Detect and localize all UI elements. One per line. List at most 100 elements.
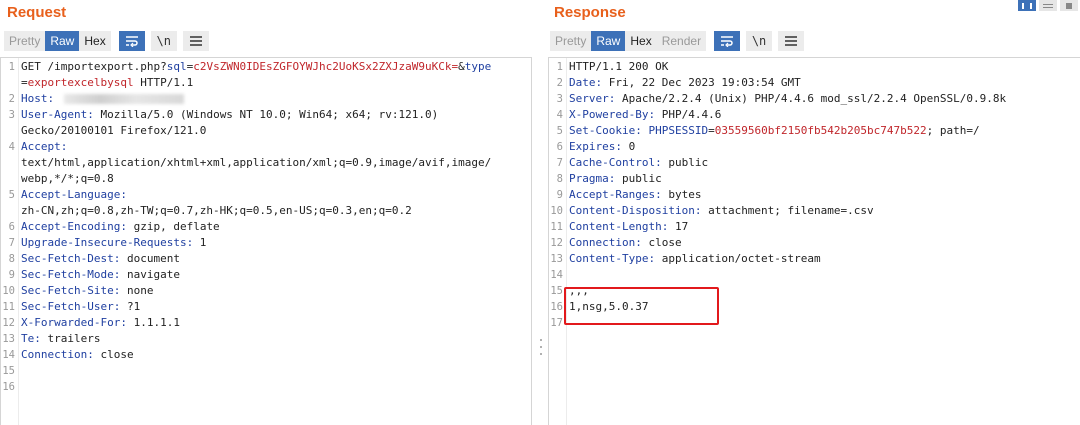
newline-icon[interactable]: \n (150, 31, 177, 51)
line-segment: HTTP/1.1 (133, 76, 194, 89)
code-line: 4 Accept: (1, 139, 531, 155)
line-segment: public (661, 156, 709, 169)
result-highlight-box (564, 287, 719, 325)
line-number: 14 (550, 269, 563, 281)
code-line: webp,*/*;q=0.8 (1, 171, 531, 187)
code-line: 13 Te: trailers (1, 331, 531, 347)
request-code[interactable]: 1 GET /importexport.php?sql=c2VsZWN0IDEsZ… (1, 58, 531, 395)
request-title: Request (7, 4, 67, 21)
line-text: Accept-Ranges: bytes (569, 187, 701, 203)
pane-splitter-handle[interactable] (539, 339, 543, 355)
param-token: exportexcelbysql (27, 76, 134, 89)
line-text: Content-Disposition: attachment; filenam… (569, 203, 874, 219)
code-line: 8 Sec-Fetch-Dest: document (1, 251, 531, 267)
line-text: X-Forwarded-For: 1.1.1.1 (21, 315, 180, 331)
line-text: Connection: close (21, 347, 134, 363)
line-number: 1 (556, 61, 563, 73)
line-text: GET /importexport.php?sql=c2VsZWN0IDEsZG… (21, 59, 491, 75)
redacted-value (64, 94, 185, 104)
code-line: 1 HTTP/1.1 200 OK (549, 59, 1080, 75)
code-line: 7 Cache-Control: public (549, 155, 1080, 171)
header-name: Accept-Language: (21, 188, 127, 201)
request-toolbar: Pretty Raw Hex \n (4, 31, 209, 51)
pretty-button[interactable]: Pretty (550, 31, 592, 51)
line-text: Content-Length: 17 (569, 219, 688, 235)
param-token: sql (166, 60, 187, 73)
request-editor[interactable]: 1 GET /importexport.php?sql=c2VsZWN0IDEsZ… (0, 57, 532, 425)
line-number: 14 (2, 349, 15, 361)
code-line: 6 Accept-Encoding: gzip, deflate (1, 219, 531, 235)
line-number: 7 (8, 237, 15, 249)
newline-icon[interactable]: \n (746, 31, 773, 51)
code-line: 14 (549, 267, 1080, 283)
response-pane: Response Pretty Raw Hex Render \n 1 HTTP/… (548, 0, 1080, 425)
line-text: X-Powered-By: PHP/4.4.6 (569, 107, 721, 123)
raw-button[interactable]: Raw (591, 31, 626, 51)
line-text: Accept-Encoding: gzip, deflate (21, 219, 220, 235)
line-text: Server: Apache/2.2.4 (Unix) PHP/4.4.6 mo… (569, 91, 1006, 107)
param-token: PHPSESSID (648, 124, 709, 137)
code-line: 9 Sec-Fetch-Mode: navigate (1, 267, 531, 283)
line-text: Accept: (21, 139, 67, 155)
line-number: 11 (550, 221, 563, 233)
code-line: 3 Server: Apache/2.2.4 (Unix) PHP/4.4.6 m… (549, 91, 1080, 107)
hex-button[interactable]: Hex (625, 31, 657, 51)
line-segment: ; path=/ (926, 124, 980, 137)
header-name: Sec-Fetch-Mode: (21, 268, 121, 281)
menu-icon[interactable] (778, 31, 805, 51)
header-name: Host: (21, 92, 55, 105)
menu-icon[interactable] (182, 31, 209, 51)
line-text: Sec-Fetch-Site: none (21, 283, 153, 299)
code-line: 11 Content-Length: 17 (549, 219, 1080, 235)
line-number: 8 (8, 253, 15, 265)
line-number: 8 (556, 173, 563, 185)
wrap-icon[interactable] (714, 31, 741, 51)
code-line: 4 X-Powered-By: PHP/4.4.6 (549, 107, 1080, 123)
line-segment: HTTP/1.1 200 OK (569, 60, 669, 73)
header-name: Connection: (21, 348, 94, 361)
response-editor[interactable]: 1 HTTP/1.1 200 OK 2 Date: Fri, 22 Dec 2023 … (548, 57, 1080, 425)
layout-tabs-icon[interactable] (1060, 0, 1078, 11)
code-line: =exportexcelbysql HTTP/1.1 (1, 75, 531, 91)
line-text: Host: (21, 91, 185, 107)
header-name: Sec-Fetch-Site: (21, 284, 121, 297)
line-text: Pragma: public (569, 171, 662, 187)
header-name: Accept: (21, 140, 68, 153)
render-button[interactable]: Render (656, 31, 707, 51)
line-number: 11 (2, 301, 15, 313)
layout-stacked-icon[interactable] (1039, 0, 1057, 11)
wrap-icon[interactable] (118, 31, 145, 51)
line-number: 5 (8, 189, 15, 201)
pretty-button[interactable]: Pretty (4, 31, 46, 51)
code-line: 3 User-Agent: Mozilla/5.0 (Windows NT 10.… (1, 107, 531, 123)
code-line: 15 (1, 363, 531, 379)
code-line: 16 (1, 379, 531, 395)
code-line: 5 Accept-Language: (1, 187, 531, 203)
header-name: Content-Type: (569, 252, 656, 265)
line-text: Content-Type: application/octet-stream (569, 251, 821, 267)
line-text: =exportexcelbysql HTTP/1.1 (21, 75, 193, 91)
header-name: X-Forwarded-For: (21, 316, 127, 329)
code-line: text/html,application/xhtml+xml,applicat… (1, 155, 531, 171)
line-segment: trailers (40, 332, 101, 345)
code-line: 14 Connection: close (1, 347, 531, 363)
header-name: Connection: (569, 236, 642, 249)
line-number: 15 (2, 365, 15, 377)
raw-button[interactable]: Raw (45, 31, 80, 51)
header-name: Server: (569, 92, 616, 105)
line-text: text/html,application/xhtml+xml,applicat… (21, 155, 491, 171)
line-number: 2 (556, 77, 563, 89)
header-name: Accept-Encoding: (21, 220, 127, 233)
hex-button[interactable]: Hex (79, 31, 111, 51)
line-segment: none (120, 284, 154, 297)
header-name: Cache-Control: (569, 156, 662, 169)
line-text: zh-CN,zh;q=0.8,zh-TW;q=0.7,zh-HK;q=0.5,e… (21, 203, 412, 219)
layout-side-by-side-icon[interactable] (1018, 0, 1036, 11)
line-number: 2 (8, 93, 15, 105)
line-text: Cache-Control: public (569, 155, 708, 171)
line-text: Connection: close (569, 235, 682, 251)
header-name: Upgrade-Insecure-Requests: (21, 236, 194, 249)
code-line: 5 Set-Cookie: PHPSESSID=03559560bf2150fb5… (549, 123, 1080, 139)
code-line: 2 Date: Fri, 22 Dec 2023 19:03:54 GMT (549, 75, 1080, 91)
line-segment: zh-CN,zh;q=0.8,zh-TW;q=0.7,zh-HK;q=0.5,e… (21, 204, 412, 217)
